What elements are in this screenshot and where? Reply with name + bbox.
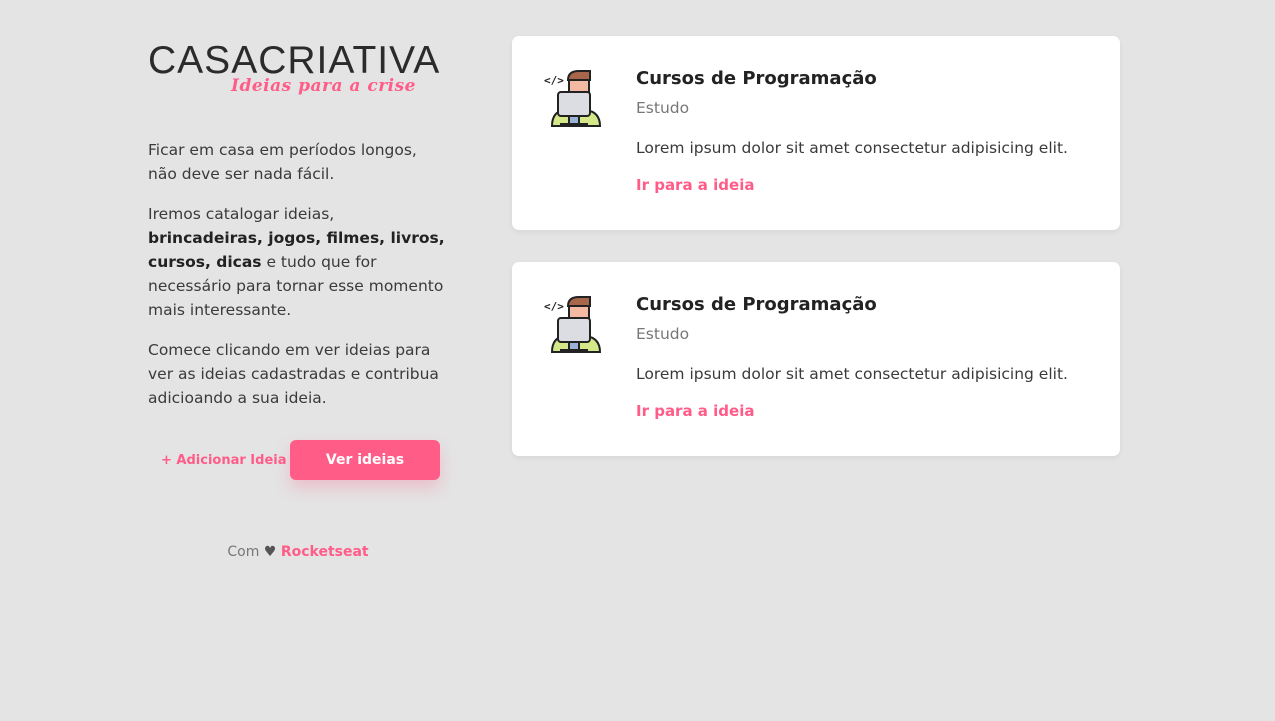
card-category: Estudo (636, 325, 690, 343)
intro-p2-start: Iremos catalogar ideias, (148, 205, 335, 223)
programmer-icon: </> (542, 66, 606, 130)
card-description: Lorem ipsum dolor sit amet consectetur a… (636, 365, 1068, 383)
programmer-icon: </> (542, 292, 606, 356)
intro-paragraph-1: Ficar em casa em períodos longos, não de… (148, 141, 417, 183)
idea-card: </> Cursos de Programação Estudo Lorem i… (512, 36, 1120, 230)
card-body: Cursos de Programação Estudo Lorem ipsum… (636, 67, 1106, 194)
intro-paragraph-3: Comece clicando em ver ideias para ver a… (148, 341, 439, 407)
logo-text: CASACRIATIVA (148, 41, 440, 80)
footer: Com ♥ Rocketseat (148, 544, 448, 560)
idea-card: </> Cursos de Programação Estudo Lorem i… (512, 262, 1120, 456)
svg-text:</>: </> (544, 74, 564, 87)
left-column: CASACRIATIVA Ideias para a crise Ficar e… (148, 36, 448, 560)
logo: CASACRIATIVA Ideias para a crise (148, 36, 448, 102)
card-body: Cursos de Programação Estudo Lorem ipsum… (636, 293, 1106, 420)
svg-text:</>: </> (544, 300, 564, 313)
logo-tagline: Ideias para a crise (231, 76, 416, 96)
card-category: Estudo (636, 99, 690, 117)
card-title: Cursos de Programação (636, 294, 877, 315)
intro-text: Ficar em casa em períodos longos, não de… (148, 138, 448, 410)
intro-paragraph-2: Iremos catalogar ideias, brincadeiras, j… (148, 202, 448, 322)
card-title: Cursos de Programação (636, 68, 877, 89)
ideas-list: </> Cursos de Programação Estudo Lorem i… (512, 36, 1120, 488)
card-link[interactable]: Ir para a ideia (636, 402, 754, 420)
card-link[interactable]: Ir para a ideia (636, 176, 754, 194)
footer-prefix: Com (227, 544, 260, 560)
page: CASACRIATIVA Ideias para a crise Ficar e… (0, 0, 1275, 721)
add-idea-link[interactable]: + Adicionar Ideia (161, 453, 287, 468)
card-description: Lorem ipsum dolor sit amet consectetur a… (636, 139, 1068, 157)
heart-icon: ♥ (263, 544, 277, 560)
actions: + Adicionar Ideia Ver ideias (148, 440, 448, 480)
view-ideas-button[interactable]: Ver ideias (290, 440, 440, 480)
footer-brand: Rocketseat (280, 544, 369, 560)
